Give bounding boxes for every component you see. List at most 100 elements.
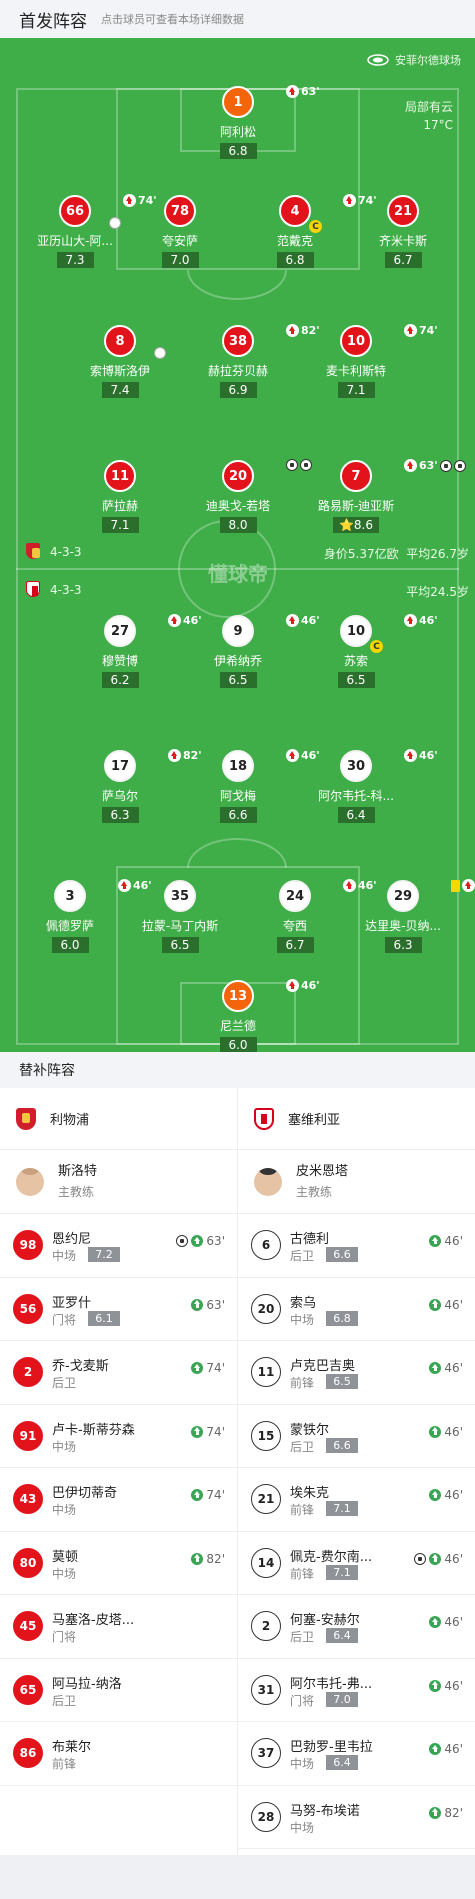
player-away[interactable]: 2946' 达里奥-贝纳... 6.3 — [350, 879, 475, 953]
player-away[interactable]: 27 46' 穆赞博 6.2 — [67, 614, 202, 688]
sub-in-minute: 46' — [444, 1361, 463, 1375]
sub-player-row[interactable]: 20 索乌 中场 6.8 46' — [238, 1278, 475, 1341]
sub-player-position: 前锋 — [290, 1503, 315, 1517]
sub-player-row[interactable]: 98 恩约尼 中场 7.2 63' — [0, 1214, 237, 1278]
player-name: 达里奥-贝纳... — [365, 919, 441, 933]
sub-in-event: 82' — [191, 1552, 225, 1566]
home-coach-name: 斯洛特 — [58, 1163, 98, 1179]
player-name: 尼兰德 — [219, 1019, 256, 1033]
player-name: 拉蒙-马丁内斯 — [141, 919, 219, 933]
sub-player-name: 莫顿 — [52, 1549, 79, 1565]
jersey-number: 18 46' — [222, 749, 320, 782]
sub-player-row[interactable]: 65 阿马拉-纳洛 后卫 — [0, 1659, 237, 1722]
player-away[interactable]: 17 82' 萨乌尔 6.3 — [67, 749, 202, 823]
player-home[interactable]: 7 63' 路易斯-迪亚斯 ⭐8.6 — [303, 459, 466, 533]
sub-player-rating: 6.1 — [88, 1310, 120, 1326]
player-home[interactable]: 38 82' 赫拉芬贝赫 6.9 — [185, 324, 320, 398]
jersey-number: 4 C 74' — [279, 194, 377, 233]
player-rating: 8.0 — [219, 517, 257, 533]
player-rating: 6.4 — [337, 807, 375, 823]
player-away[interactable]: 18 46' 阿戈梅 6.6 — [185, 749, 320, 823]
player-name: 齐米卡斯 — [378, 234, 427, 248]
jersey-number: 10 C 46' — [340, 614, 438, 653]
player-rating: 7.3 — [56, 252, 94, 268]
away-team-header[interactable]: 塞维利亚 — [238, 1088, 475, 1150]
sub-player-row[interactable]: 91 卢卡-斯蒂芬森 中场 74' — [0, 1405, 237, 1468]
player-home[interactable]: 11 萨拉赫 7.1 — [67, 460, 173, 533]
player-away[interactable]: 24 46' 夸西 6.7 — [242, 879, 377, 953]
home-coach-role: 主教练 — [58, 1184, 95, 1199]
sub-player-row[interactable]: 6 古德利 后卫 6.6 46' — [238, 1214, 475, 1278]
sub-player-row[interactable]: 43 巴伊切蒂奇 中场 74' — [0, 1468, 237, 1532]
player-events: 74' — [404, 324, 438, 337]
player-home[interactable]: 1 63' 阿利松 6.8 — [185, 85, 320, 159]
sub-out-icon — [404, 324, 417, 337]
sub-jersey-number: 2 — [13, 1357, 43, 1387]
sub-in-icon — [191, 1298, 204, 1311]
jersey-number: 2946' — [387, 879, 475, 912]
jersey-number: 17 82' — [104, 749, 202, 782]
sub-player-row[interactable]: 21 埃朱克 前锋 7.1 46' — [238, 1468, 475, 1532]
sub-player-row[interactable]: 11 卢克巴吉奥 前锋 6.5 46' — [238, 1341, 475, 1405]
player-home[interactable]: 66 74' 亚历山大-阿... 7.3 — [22, 194, 157, 268]
sub-player-row[interactable]: 15 蒙铁尔 后卫 6.6 46' — [238, 1405, 475, 1468]
away-coach-role: 主教练 — [296, 1184, 333, 1199]
sub-in-minute: 46' — [444, 1297, 463, 1312]
player-home[interactable]: 78 夸安萨 7.0 — [127, 195, 233, 268]
sub-player-rating: 6.4 — [326, 1755, 358, 1770]
jersey-number: 66 74' — [59, 194, 157, 229]
sub-player-row[interactable]: 56 亚罗什 门将 6.1 63' — [0, 1278, 237, 1341]
sub-player-row[interactable]: 31 阿尔韦托-弗... 门将 7.0 46' — [238, 1659, 475, 1722]
sub-player-name: 佩克-费尔南... — [290, 1549, 373, 1565]
sub-in-minute: 82' — [206, 1551, 225, 1566]
sub-in-minute: 74' — [206, 1424, 225, 1439]
sub-in-minute: 46' — [444, 1551, 463, 1566]
sub-jersey-number: 86 — [13, 1738, 43, 1768]
player-home[interactable]: 20 迪奥戈-若塔 8.0 — [185, 459, 312, 533]
sub-jersey-number: 43 — [13, 1484, 43, 1514]
sub-player-row[interactable]: 28 马努-布埃诺 中场 82' — [238, 1786, 475, 1849]
jersey-number: 9 46' — [222, 614, 320, 647]
event-minute: 46' — [419, 614, 438, 627]
player-home[interactable]: 21 齐米卡斯 6.7 — [350, 195, 456, 268]
sub-player-row[interactable]: 80 莫顿 中场 82' — [0, 1532, 237, 1595]
player-rating: 6.8 — [219, 143, 257, 159]
sub-player-name: 巴勃罗-里韦拉 — [290, 1740, 373, 1755]
sub-player-row[interactable]: 45 马塞洛-皮塔... 门将 — [0, 1595, 237, 1659]
sub-in-minute: 63' — [206, 1234, 225, 1248]
player-away[interactable]: 35 拉蒙-马丁内斯 6.5 — [127, 880, 233, 953]
home-coach[interactable]: 斯洛特 主教练 — [0, 1150, 237, 1214]
goal-icon — [453, 459, 466, 472]
away-coach[interactable]: 皮米恩塔 主教练 — [238, 1150, 475, 1214]
away-coach-name: 皮米恩塔 — [296, 1163, 349, 1179]
goal-icon — [176, 1235, 189, 1247]
sub-player-name: 巴伊切蒂奇 — [52, 1486, 118, 1501]
away-team-name: 塞维利亚 — [288, 1113, 341, 1128]
sub-out-icon — [404, 749, 417, 762]
player-away[interactable]: 30 46' 阿尔韦托-科... 6.4 — [303, 749, 438, 823]
sub-player-row[interactable]: 14 佩克-费尔南... 前锋 7.1 46' — [238, 1532, 475, 1595]
sub-player-row[interactable]: 2 乔-戈麦斯 后卫 74' — [0, 1341, 237, 1405]
sub-player-name: 古德利 — [290, 1232, 330, 1247]
player-away[interactable]: 10 C 46' 苏索 6.5 — [303, 614, 438, 688]
jersey-number: 27 46' — [104, 614, 202, 647]
player-events: 63' — [404, 459, 466, 472]
sub-jersey-number: 91 — [13, 1420, 43, 1451]
sub-player-row[interactable]: 2 何塞-安赫尔 后卫 6.4 46' — [238, 1595, 475, 1659]
player-away[interactable]: 9 46' 伊希纳乔 6.5 — [185, 614, 320, 688]
sub-in-icon — [191, 1235, 204, 1247]
home-team-age: 平均26.7岁 — [406, 547, 469, 561]
player-away[interactable]: 3 46' 佩德罗萨 6.0 — [17, 879, 152, 953]
sub-player-name: 马塞洛-皮塔... — [52, 1613, 135, 1628]
sub-player-row[interactable]: 86 布莱尔 前锋 — [0, 1722, 237, 1786]
sub-player-row[interactable]: 37 巴勃罗-里韦拉 中场 6.4 46' — [238, 1722, 475, 1786]
player-away[interactable]: 13 46' 尼兰德 6.0 — [185, 979, 320, 1052]
player-home[interactable]: 4 C 74' 范戴克 6.8 — [242, 194, 377, 268]
player-home[interactable]: 8 索博斯洛伊 7.4 — [67, 325, 173, 398]
player-events: 46' — [404, 749, 438, 762]
sub-in-event: 46' — [429, 1488, 463, 1502]
sub-player-name: 亚罗什 — [52, 1295, 92, 1311]
home-team-header[interactable]: 利物浦 — [0, 1088, 237, 1150]
sub-in-minute: 46' — [444, 1742, 463, 1756]
player-home[interactable]: 10 74' 麦卡利斯特 7.1 — [303, 324, 438, 398]
